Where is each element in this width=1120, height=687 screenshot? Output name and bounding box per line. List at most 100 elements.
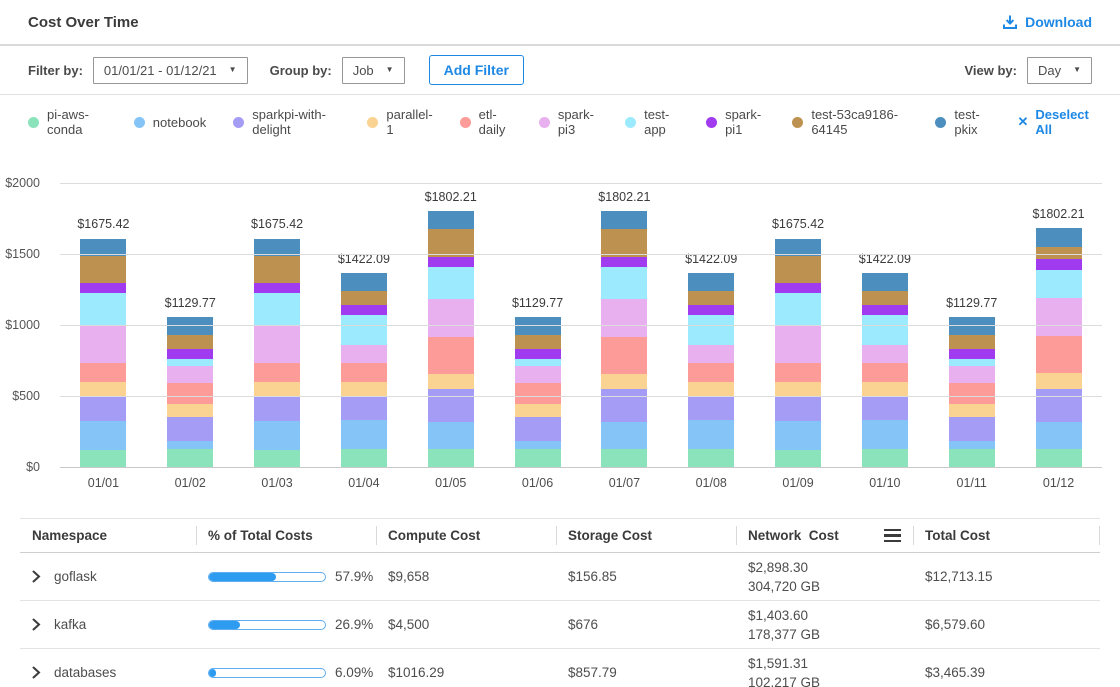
bar-segment-spark-pi3[interactable] <box>254 325 300 363</box>
bar-segment-test-app[interactable] <box>254 293 300 325</box>
bar-segment-pi-aws-conda[interactable] <box>167 449 213 467</box>
bar-segment-test-app[interactable] <box>80 293 126 325</box>
bar-segment-parallel-1[interactable] <box>428 374 474 389</box>
bar-segment-test-53ca9186-64145[interactable] <box>601 229 647 257</box>
bar-segment-test-53ca9186-64145[interactable] <box>775 256 821 282</box>
bar-segment-parallel-1[interactable] <box>1036 373 1082 389</box>
bar-segment-pi-aws-conda[interactable] <box>80 450 126 467</box>
bar-segment-spark-pi1[interactable] <box>775 283 821 294</box>
column-header-network-cost[interactable]: Network Cost <box>736 519 913 552</box>
bar-segment-test-53ca9186-64145[interactable] <box>862 291 908 305</box>
date-range-select[interactable]: 01/01/21 - 01/12/21 ▼ <box>93 57 248 84</box>
column-header-storage-cost[interactable]: Storage Cost <box>556 519 736 552</box>
add-filter-button[interactable]: Add Filter <box>429 55 524 85</box>
bar-segment-test-app[interactable] <box>515 359 561 366</box>
bar-segment-sparkpi-with-delight[interactable] <box>1036 389 1082 422</box>
bar-segment-parallel-1[interactable] <box>254 382 300 397</box>
bar-segment-spark-pi1[interactable] <box>254 283 300 294</box>
bar-segment-sparkpi-with-delight[interactable] <box>862 397 908 420</box>
bar-segment-sparkpi-with-delight[interactable] <box>167 417 213 441</box>
bar-segment-spark-pi3[interactable] <box>515 366 561 383</box>
bar-segment-spark-pi1[interactable] <box>688 305 734 315</box>
bar-segment-etl-daily[interactable] <box>254 363 300 382</box>
bar-segment-spark-pi3[interactable] <box>601 299 647 337</box>
bar-segment-test-pkix[interactable] <box>688 273 734 291</box>
stacked-bar-01/08[interactable] <box>688 273 734 467</box>
bar-segment-pi-aws-conda[interactable] <box>515 449 561 467</box>
bar-segment-spark-pi1[interactable] <box>428 257 474 267</box>
expand-row-button[interactable] <box>32 618 41 631</box>
bar-segment-etl-daily[interactable] <box>949 383 995 404</box>
bar-segment-notebook[interactable] <box>775 421 821 450</box>
bar-segment-spark-pi1[interactable] <box>601 257 647 267</box>
bar-segment-pi-aws-conda[interactable] <box>688 449 734 467</box>
legend-item-etl-daily[interactable]: etl-daily <box>460 107 512 137</box>
bar-segment-parallel-1[interactable] <box>949 404 995 417</box>
bar-segment-spark-pi3[interactable] <box>341 345 387 363</box>
bar-segment-spark-pi1[interactable] <box>949 349 995 359</box>
legend-item-parallel-1[interactable]: parallel-1 <box>367 107 432 137</box>
bar-segment-test-pkix[interactable] <box>862 273 908 291</box>
bar-segment-test-53ca9186-64145[interactable] <box>254 256 300 282</box>
bar-segment-test-app[interactable] <box>862 315 908 345</box>
bar-segment-spark-pi1[interactable] <box>515 349 561 359</box>
bar-segment-test-app[interactable] <box>688 315 734 345</box>
bar-segment-notebook[interactable] <box>515 441 561 450</box>
bar-segment-pi-aws-conda[interactable] <box>949 449 995 467</box>
stacked-bar-01/06[interactable] <box>515 317 561 467</box>
legend-item-test-app[interactable]: test-app <box>625 107 679 137</box>
bar-segment-spark-pi3[interactable] <box>862 345 908 363</box>
bar-segment-test-pkix[interactable] <box>1036 228 1082 247</box>
bar-segment-sparkpi-with-delight[interactable] <box>80 397 126 421</box>
bar-segment-test-53ca9186-64145[interactable] <box>949 335 995 349</box>
bar-segment-pi-aws-conda[interactable] <box>341 449 387 467</box>
stacked-bar-01/11[interactable] <box>949 317 995 467</box>
bar-segment-spark-pi3[interactable] <box>688 345 734 363</box>
bar-segment-notebook[interactable] <box>1036 422 1082 450</box>
bar-segment-notebook[interactable] <box>949 441 995 450</box>
bar-segment-sparkpi-with-delight[interactable] <box>688 397 734 420</box>
bar-segment-pi-aws-conda[interactable] <box>254 450 300 467</box>
legend-item-sparkpi-with-delight[interactable]: sparkpi-with-delight <box>233 107 340 137</box>
bar-segment-test-pkix[interactable] <box>601 211 647 229</box>
bar-segment-spark-pi1[interactable] <box>167 349 213 359</box>
column-header-compute-cost[interactable]: Compute Cost <box>376 519 556 552</box>
expand-row-button[interactable] <box>32 666 41 679</box>
bar-segment-test-53ca9186-64145[interactable] <box>80 256 126 282</box>
download-button[interactable]: Download <box>1002 14 1092 30</box>
stacked-bar-01/01[interactable] <box>80 239 126 467</box>
bar-segment-parallel-1[interactable] <box>341 382 387 397</box>
bar-segment-test-app[interactable] <box>1036 270 1082 298</box>
stacked-bar-01/03[interactable] <box>254 239 300 467</box>
bar-segment-test-app[interactable] <box>949 359 995 366</box>
bar-segment-notebook[interactable] <box>254 421 300 450</box>
legend-item-test-pkix[interactable]: test-pkix <box>935 107 990 137</box>
bar-segment-spark-pi3[interactable] <box>80 325 126 363</box>
bar-segment-test-pkix[interactable] <box>428 211 474 229</box>
bar-segment-sparkpi-with-delight[interactable] <box>428 389 474 422</box>
bar-segment-notebook[interactable] <box>428 422 474 450</box>
bar-segment-pi-aws-conda[interactable] <box>1036 449 1082 467</box>
bar-segment-test-app[interactable] <box>601 267 647 299</box>
bar-segment-test-53ca9186-64145[interactable] <box>167 335 213 349</box>
legend-item-test-53ca9186-64145[interactable]: test-53ca9186-64145 <box>792 107 908 137</box>
stacked-bar-01/02[interactable] <box>167 317 213 467</box>
bar-segment-sparkpi-with-delight[interactable] <box>775 397 821 421</box>
bar-segment-notebook[interactable] <box>601 422 647 450</box>
bar-segment-sparkpi-with-delight[interactable] <box>254 397 300 421</box>
bar-segment-spark-pi3[interactable] <box>775 325 821 363</box>
expand-row-button[interactable] <box>32 570 41 583</box>
stacked-bar-01/04[interactable] <box>341 273 387 467</box>
bar-segment-etl-daily[interactable] <box>601 337 647 374</box>
bar-segment-etl-daily[interactable] <box>775 363 821 382</box>
bar-segment-sparkpi-with-delight[interactable] <box>341 397 387 420</box>
column-header-percent-of-total-costs[interactable]: % of Total Costs <box>196 519 376 552</box>
bar-segment-etl-daily[interactable] <box>688 363 734 382</box>
bar-segment-spark-pi1[interactable] <box>80 283 126 294</box>
bar-segment-parallel-1[interactable] <box>688 382 734 397</box>
bar-segment-test-app[interactable] <box>775 293 821 325</box>
table-row-databases[interactable]: databases6.09%$1016.29$857.79$1,591.3110… <box>20 649 1100 687</box>
bar-segment-pi-aws-conda[interactable] <box>862 449 908 467</box>
bar-segment-notebook[interactable] <box>167 441 213 450</box>
bar-segment-etl-daily[interactable] <box>862 363 908 382</box>
